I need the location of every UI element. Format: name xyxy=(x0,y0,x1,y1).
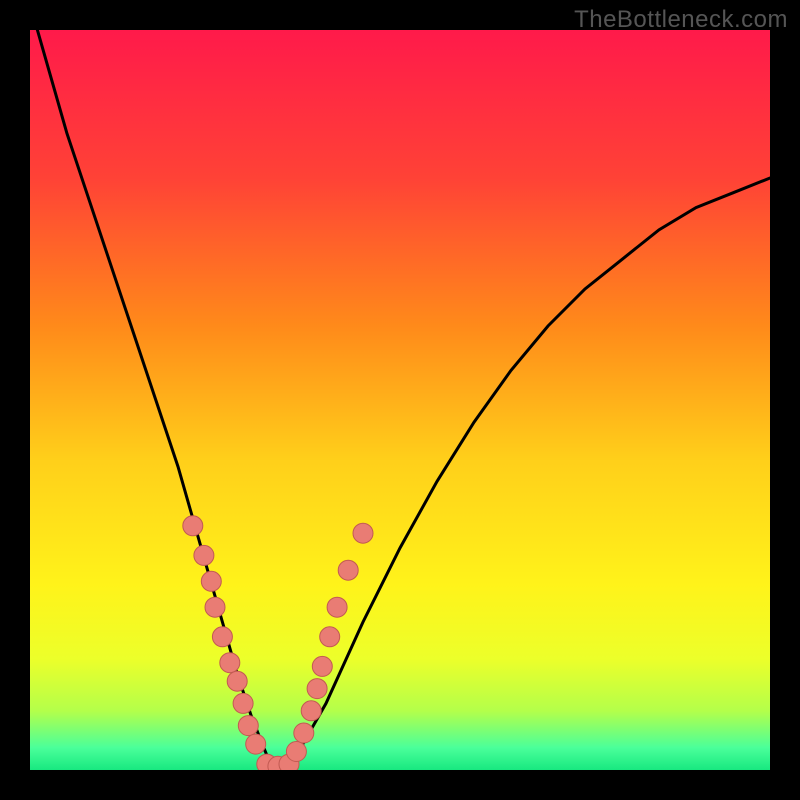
sample-dot xyxy=(233,693,253,713)
sample-dot xyxy=(307,679,327,699)
sample-dot xyxy=(320,627,340,647)
sample-dot xyxy=(205,597,225,617)
chart-background xyxy=(30,30,770,770)
sample-dot xyxy=(286,742,306,762)
sample-dot xyxy=(338,560,358,580)
sample-dot xyxy=(301,701,321,721)
sample-dot xyxy=(246,734,266,754)
watermark-label: TheBottleneck.com xyxy=(574,6,788,34)
sample-dot xyxy=(238,716,258,736)
sample-dot xyxy=(312,656,332,676)
sample-dot xyxy=(327,597,347,617)
sample-dot xyxy=(294,723,314,743)
sample-dot xyxy=(201,571,221,591)
sample-dot xyxy=(353,523,373,543)
sample-dot xyxy=(194,545,214,565)
chart-frame: TheBottleneck.com xyxy=(0,0,800,800)
sample-dot xyxy=(212,627,232,647)
sample-dot xyxy=(220,653,240,673)
sample-dot xyxy=(227,671,247,691)
sample-dot xyxy=(183,516,203,536)
bottleneck-chart xyxy=(30,30,770,770)
